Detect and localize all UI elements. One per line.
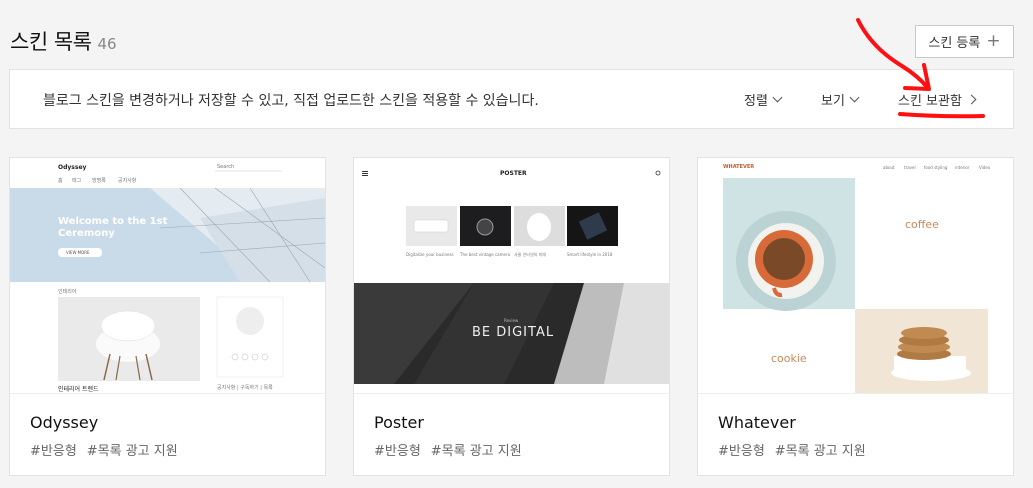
register-skin-label: 스킨 등록 <box>928 36 981 51</box>
skin-preview-odyssey: Odyssey Search 홈 태그 방명록 공지사항 Welcome to … <box>10 158 325 394</box>
chevron-right-icon <box>966 94 977 105</box>
skin-preview-whatever: WHATEVER about travel food styling inter… <box>698 158 1013 394</box>
poster-preview-art <box>354 158 669 393</box>
skin-tag: #반응형 <box>374 444 421 459</box>
sort-label: 정렬 <box>744 94 768 109</box>
odyssey-footer-note: 공지사항 | 구독하기 | 목록 <box>217 385 273 391</box>
skin-tag: #목록 광고 지원 <box>430 444 522 459</box>
page-title: 스킨 목록 <box>10 30 92 54</box>
poster-logo: POSTER <box>500 170 527 177</box>
skin-storage-label: 스킨 보관함 <box>898 94 962 109</box>
poster-banner-title: BE DIGITAL <box>472 325 555 340</box>
info-description: 블로그 스킨을 변경하거나 저장할 수 있고, 직접 업로드한 스킨을 적용할 … <box>43 93 539 109</box>
whatever-nav-3: food styling <box>924 165 948 170</box>
sort-dropdown[interactable]: 정렬 <box>744 90 783 109</box>
odyssey-search: Search <box>217 164 235 170</box>
poster-caption-2: The best vintage camera <box>460 252 511 257</box>
odyssey-preview-art <box>10 158 325 393</box>
odyssey-post-title: 인테리어 트렌드 <box>58 386 99 393</box>
skin-tag: #반응형 <box>30 444 77 459</box>
poster-caption-3: 사물 인터넷의 미래 <box>514 252 546 257</box>
skin-tags: #반응형 #목록 광고 지원 <box>30 440 178 459</box>
skin-card-poster[interactable]: POSTER Digitalize your business The best… <box>353 157 670 476</box>
skin-name: Whatever <box>718 413 796 432</box>
odyssey-hero-button: VIEW MORE <box>66 250 90 255</box>
skin-tag: #반응형 <box>718 444 765 459</box>
odyssey-nav-3: 방명록 <box>92 178 106 184</box>
whatever-logo: WHATEVER <box>723 164 755 170</box>
odyssey-logo: Odyssey <box>58 164 87 171</box>
odyssey-section-label: 인테리어 <box>58 289 77 295</box>
skin-card-whatever[interactable]: WHATEVER about travel food styling inter… <box>697 157 1014 476</box>
poster-banner-kicker: Review <box>504 318 519 323</box>
odyssey-nav-2: 태그 <box>72 178 82 184</box>
odyssey-hero-title: Welcome to the 1st Ceremony <box>58 216 168 239</box>
plus-icon: + <box>986 31 1001 51</box>
whatever-word-cookie: cookie <box>771 352 807 365</box>
chevron-down-icon <box>849 92 860 103</box>
skin-storage-link[interactable]: 스킨 보관함 <box>898 90 977 109</box>
skin-tags: #반응형 #목록 광고 지원 <box>374 440 522 459</box>
register-skin-button[interactable]: 스킨 등록 + <box>915 25 1014 58</box>
view-label: 보기 <box>821 94 845 109</box>
skin-tags: #반응형 #목록 광고 지원 <box>718 440 866 459</box>
view-dropdown[interactable]: 보기 <box>821 90 860 109</box>
odyssey-nav-4: 공지사항 <box>118 178 137 184</box>
poster-caption-4: Smart lifestyle in 2018 <box>567 252 613 257</box>
skin-count: 46 <box>97 35 117 53</box>
odyssey-nav-1: 홈 <box>58 178 63 184</box>
poster-caption-1: Digitalize your business <box>406 252 454 257</box>
skin-preview-poster: POSTER Digitalize your business The best… <box>354 158 669 394</box>
skin-name: Odyssey <box>30 413 99 432</box>
whatever-preview-art <box>698 158 1013 393</box>
skin-card-odyssey[interactable]: Odyssey Search 홈 태그 방명록 공지사항 Welcome to … <box>9 157 326 476</box>
whatever-nav-1: about <box>883 165 895 170</box>
whatever-nav-4: interior <box>955 165 970 170</box>
whatever-word-coffee: coffee <box>905 218 939 231</box>
whatever-nav-2: travel <box>904 165 916 170</box>
chevron-down-icon <box>772 92 783 103</box>
page-header: 스킨 목록 46 <box>10 26 117 58</box>
whatever-nav-5: Video <box>979 165 991 170</box>
skin-tag: #목록 광고 지원 <box>774 444 866 459</box>
skin-tag: #목록 광고 지원 <box>86 444 178 459</box>
info-bar: 블로그 스킨을 변경하거나 저장할 수 있고, 직접 업로드한 스킨을 적용할 … <box>9 69 1014 129</box>
skin-name: Poster <box>374 413 424 432</box>
